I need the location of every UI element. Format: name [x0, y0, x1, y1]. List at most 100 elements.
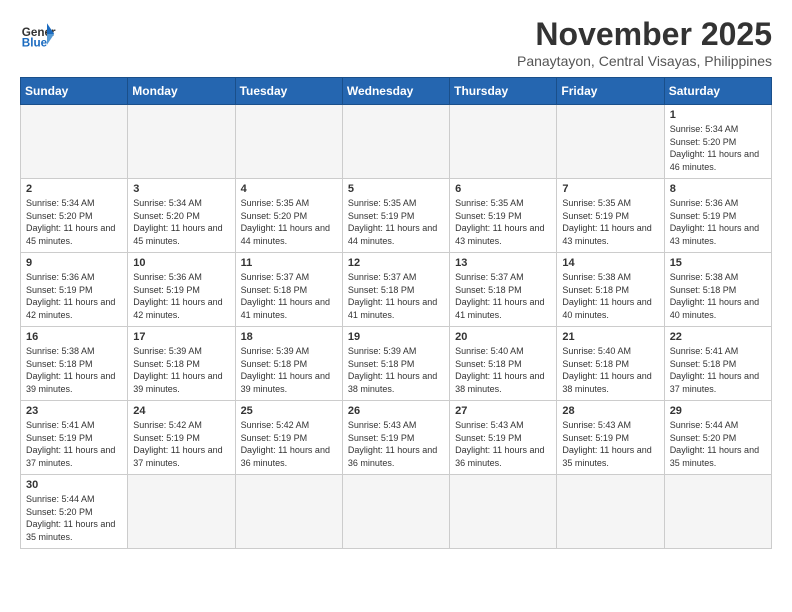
day-info: Sunrise: 5:34 AM Sunset: 5:20 PM Dayligh… — [133, 197, 229, 247]
calendar-week-1: 1Sunrise: 5:34 AM Sunset: 5:20 PM Daylig… — [21, 105, 772, 179]
svg-text:Blue: Blue — [22, 37, 48, 50]
day-info: Sunrise: 5:38 AM Sunset: 5:18 PM Dayligh… — [562, 271, 658, 321]
day-info: Sunrise: 5:35 AM Sunset: 5:19 PM Dayligh… — [348, 197, 444, 247]
day-number: 3 — [133, 183, 229, 195]
day-header-thursday: Thursday — [450, 78, 557, 105]
calendar-cell: 29Sunrise: 5:44 AM Sunset: 5:20 PM Dayli… — [664, 401, 771, 475]
calendar-cell: 30Sunrise: 5:44 AM Sunset: 5:20 PM Dayli… — [21, 475, 128, 549]
calendar-cell: 16 Sunrise: 5:38 AM Sunset: 5:18 PM Dayli… — [21, 327, 128, 401]
calendar-cell: 17 Sunrise: 5:39 AM Sunset: 5:18 PM Dayli… — [128, 327, 235, 401]
day-number: 28 — [562, 405, 658, 417]
day-number: 4 — [241, 183, 337, 195]
day-header-saturday: Saturday — [664, 78, 771, 105]
calendar-cell: 22 Sunrise: 5:41 AM Sunset: 5:18 PM Dayli… — [664, 327, 771, 401]
calendar-cell: 10Sunrise: 5:36 AM Sunset: 5:19 PM Dayli… — [128, 253, 235, 327]
day-info: Sunrise: 5:39 AM Sunset: 5:18 PM Dayligh… — [133, 345, 229, 395]
day-header-monday: Monday — [128, 78, 235, 105]
calendar-cell: 11Sunrise: 5:37 AM Sunset: 5:18 PM Dayli… — [235, 253, 342, 327]
calendar-cell — [557, 105, 664, 179]
day-number: 22 — [670, 331, 766, 343]
day-header-tuesday: Tuesday — [235, 78, 342, 105]
calendar-cell: 3 Sunrise: 5:34 AM Sunset: 5:20 PM Daylig… — [128, 179, 235, 253]
logo: General Blue — [20, 16, 56, 52]
day-info: Sunrise: 5:43 AM Sunset: 5:19 PM Dayligh… — [348, 419, 444, 469]
calendar-cell: 13Sunrise: 5:37 AM Sunset: 5:18 PM Dayli… — [450, 253, 557, 327]
calendar-cell — [128, 475, 235, 549]
calendar-cell — [235, 475, 342, 549]
calendar-cell: 8 Sunrise: 5:36 AM Sunset: 5:19 PM Daylig… — [664, 179, 771, 253]
day-number: 26 — [348, 405, 444, 417]
day-number: 11 — [241, 257, 337, 269]
day-number: 9 — [26, 257, 122, 269]
day-number: 6 — [455, 183, 551, 195]
days-header-row: SundayMondayTuesdayWednesdayThursdayFrid… — [21, 78, 772, 105]
calendar-cell: 5 Sunrise: 5:35 AM Sunset: 5:19 PM Daylig… — [342, 179, 449, 253]
day-number: 30 — [26, 479, 122, 491]
calendar-cell: 2 Sunrise: 5:34 AM Sunset: 5:20 PM Daylig… — [21, 179, 128, 253]
day-info: Sunrise: 5:40 AM Sunset: 5:18 PM Dayligh… — [455, 345, 551, 395]
day-info: Sunrise: 5:35 AM Sunset: 5:19 PM Dayligh… — [455, 197, 551, 247]
calendar-cell: 12 Sunrise: 5:37 AM Sunset: 5:18 PM Dayli… — [342, 253, 449, 327]
day-number: 16 — [26, 331, 122, 343]
day-info: Sunrise: 5:41 AM Sunset: 5:18 PM Dayligh… — [670, 345, 766, 395]
day-number: 7 — [562, 183, 658, 195]
day-header-friday: Friday — [557, 78, 664, 105]
calendar-cell — [450, 105, 557, 179]
calendar-cell: 24 Sunrise: 5:42 AM Sunset: 5:19 PM Dayli… — [128, 401, 235, 475]
day-number: 17 — [133, 331, 229, 343]
calendar-cell — [128, 105, 235, 179]
day-number: 25 — [241, 405, 337, 417]
calendar-cell: 19 Sunrise: 5:39 AM Sunset: 5:18 PM Dayli… — [342, 327, 449, 401]
day-number: 23 — [26, 405, 122, 417]
day-number: 21 — [562, 331, 658, 343]
day-info: Sunrise: 5:37 AM Sunset: 5:18 PM Dayligh… — [348, 271, 444, 321]
day-info: Sunrise: 5:34 AM Sunset: 5:20 PM Dayligh… — [26, 197, 122, 247]
day-info: Sunrise: 5:43 AM Sunset: 5:19 PM Dayligh… — [562, 419, 658, 469]
calendar-cell: 18 Sunrise: 5:39 AM Sunset: 5:18 PM Dayli… — [235, 327, 342, 401]
calendar-cell: 1Sunrise: 5:34 AM Sunset: 5:20 PM Daylig… — [664, 105, 771, 179]
calendar-cell: 6 Sunrise: 5:35 AM Sunset: 5:19 PM Daylig… — [450, 179, 557, 253]
day-info: Sunrise: 5:42 AM Sunset: 5:19 PM Dayligh… — [133, 419, 229, 469]
calendar-cell: 27Sunrise: 5:43 AM Sunset: 5:19 PM Dayli… — [450, 401, 557, 475]
day-info: Sunrise: 5:38 AM Sunset: 5:18 PM Dayligh… — [26, 345, 122, 395]
calendar-week-5: 23 Sunrise: 5:41 AM Sunset: 5:19 PM Dayli… — [21, 401, 772, 475]
day-info: Sunrise: 5:34 AM Sunset: 5:20 PM Dayligh… — [670, 123, 766, 173]
day-info: Sunrise: 5:39 AM Sunset: 5:18 PM Dayligh… — [241, 345, 337, 395]
month-title: November 2025 — [517, 16, 772, 53]
day-number: 5 — [348, 183, 444, 195]
day-info: Sunrise: 5:39 AM Sunset: 5:18 PM Dayligh… — [348, 345, 444, 395]
day-number: 27 — [455, 405, 551, 417]
day-info: Sunrise: 5:37 AM Sunset: 5:18 PM Dayligh… — [455, 271, 551, 321]
day-info: Sunrise: 5:42 AM Sunset: 5:19 PM Dayligh… — [241, 419, 337, 469]
calendar-cell — [664, 475, 771, 549]
day-number: 2 — [26, 183, 122, 195]
calendar-cell — [342, 475, 449, 549]
day-info: Sunrise: 5:40 AM Sunset: 5:18 PM Dayligh… — [562, 345, 658, 395]
page-header: General Blue November 2025 Panaytayon, C… — [20, 16, 772, 69]
day-info: Sunrise: 5:36 AM Sunset: 5:19 PM Dayligh… — [670, 197, 766, 247]
day-number: 20 — [455, 331, 551, 343]
calendar-cell — [21, 105, 128, 179]
day-info: Sunrise: 5:44 AM Sunset: 5:20 PM Dayligh… — [670, 419, 766, 469]
title-block: November 2025 Panaytayon, Central Visaya… — [517, 16, 772, 69]
calendar-cell — [235, 105, 342, 179]
day-info: Sunrise: 5:35 AM Sunset: 5:19 PM Dayligh… — [562, 197, 658, 247]
calendar-cell: 23 Sunrise: 5:41 AM Sunset: 5:19 PM Dayli… — [21, 401, 128, 475]
day-info: Sunrise: 5:36 AM Sunset: 5:19 PM Dayligh… — [26, 271, 122, 321]
calendar-cell: 20 Sunrise: 5:40 AM Sunset: 5:18 PM Dayli… — [450, 327, 557, 401]
day-number: 12 — [348, 257, 444, 269]
calendar-cell — [342, 105, 449, 179]
day-number: 19 — [348, 331, 444, 343]
day-info: Sunrise: 5:41 AM Sunset: 5:19 PM Dayligh… — [26, 419, 122, 469]
day-header-wednesday: Wednesday — [342, 78, 449, 105]
day-number: 8 — [670, 183, 766, 195]
calendar-cell: 9 Sunrise: 5:36 AM Sunset: 5:19 PM Daylig… — [21, 253, 128, 327]
logo-icon: General Blue — [20, 16, 56, 52]
calendar-week-3: 9 Sunrise: 5:36 AM Sunset: 5:19 PM Daylig… — [21, 253, 772, 327]
day-number: 24 — [133, 405, 229, 417]
day-info: Sunrise: 5:38 AM Sunset: 5:18 PM Dayligh… — [670, 271, 766, 321]
day-info: Sunrise: 5:35 AM Sunset: 5:20 PM Dayligh… — [241, 197, 337, 247]
day-number: 18 — [241, 331, 337, 343]
day-header-sunday: Sunday — [21, 78, 128, 105]
day-info: Sunrise: 5:36 AM Sunset: 5:19 PM Dayligh… — [133, 271, 229, 321]
